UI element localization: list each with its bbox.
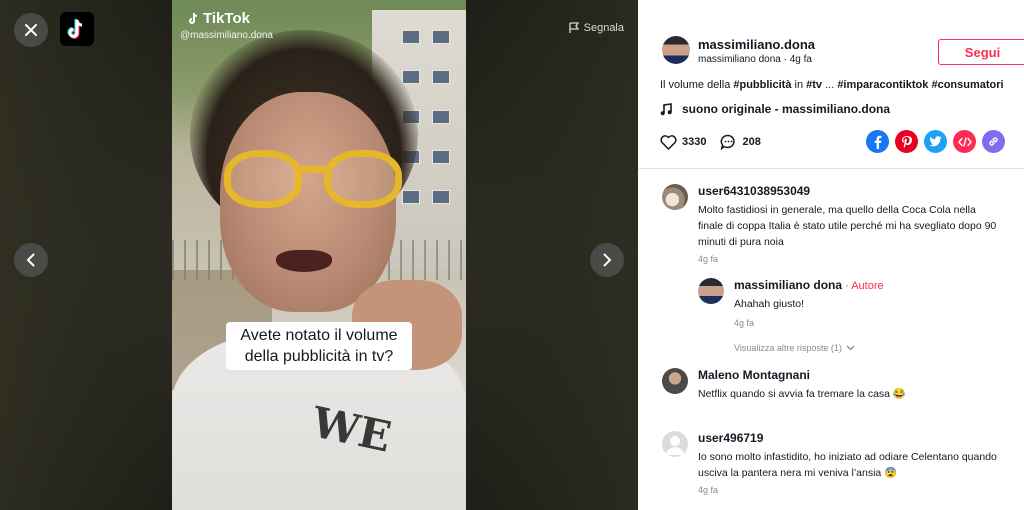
section-divider bbox=[638, 168, 1024, 169]
details-panel: massimiliano.dona massimiliano dona · 4g… bbox=[638, 0, 1024, 510]
yellow-glasses bbox=[224, 150, 404, 210]
reply-avatar[interactable] bbox=[698, 278, 724, 304]
watermark-brand: TikTok bbox=[203, 10, 250, 27]
author-header: massimiliano.dona massimiliano dona · 4g… bbox=[662, 36, 1024, 76]
comment-count: 208 bbox=[742, 136, 761, 148]
engagement-stats: 3330 208 bbox=[660, 134, 761, 150]
hashtag-imparacontiktok[interactable]: #imparacontiktok bbox=[837, 79, 928, 91]
comment-item: user6431038953049 Molto fastidiosi in ge… bbox=[662, 184, 1002, 264]
tiktok-note-icon bbox=[189, 12, 198, 24]
reply-text: Ahahah giusto! bbox=[734, 298, 805, 310]
comment-reply: massimiliano dona · Autore Ahahah giusto… bbox=[698, 278, 988, 334]
author-username[interactable]: massimiliano.dona bbox=[698, 37, 815, 52]
embed-icon[interactable] bbox=[953, 130, 976, 153]
flag-icon bbox=[568, 22, 579, 33]
reply-time: 4g fa bbox=[734, 318, 755, 328]
chevron-left-icon bbox=[26, 253, 35, 267]
video-player[interactable]: Segnala WE TikTok @massimiliano.dona Ave… bbox=[0, 0, 638, 510]
music-title: suono originale - massimiliano.dona bbox=[682, 102, 891, 116]
comment-avatar[interactable] bbox=[662, 368, 688, 394]
comment-text: Io sono molto infastidito, ho iniziato a… bbox=[698, 451, 997, 479]
video-description: Il volume della #pubblicità in #tv ... #… bbox=[660, 79, 1004, 91]
default-avatar-icon[interactable] bbox=[662, 431, 688, 457]
comment-username[interactable]: Maleno Montagnani bbox=[698, 368, 810, 382]
comment-avatar[interactable] bbox=[662, 184, 688, 210]
follow-button[interactable]: Segui bbox=[938, 39, 1024, 65]
next-video-button[interactable] bbox=[590, 243, 624, 277]
music-note-icon bbox=[660, 102, 672, 115]
hashtag-pubblicita[interactable]: #pubblicità bbox=[733, 79, 791, 91]
previous-video-button[interactable] bbox=[14, 243, 48, 277]
report-label: Segnala bbox=[583, 22, 624, 34]
watermark-username: @massimiliano.dona bbox=[180, 30, 273, 41]
comment-time: 4g fa bbox=[698, 485, 719, 495]
chevron-down-icon bbox=[846, 345, 855, 351]
comment-text: Molto fastidiosi in generale, ma quello … bbox=[698, 204, 997, 248]
music-link[interactable]: suono originale - massimiliano.dona bbox=[660, 102, 890, 116]
author-avatar[interactable] bbox=[662, 36, 690, 64]
video-frame: WE TikTok @massimiliano.dona Avete notat… bbox=[172, 0, 466, 510]
comment-username[interactable]: user496719 bbox=[698, 431, 763, 445]
facebook-icon[interactable] bbox=[866, 130, 889, 153]
twitter-icon[interactable] bbox=[924, 130, 947, 153]
comment-time: 4g fa bbox=[698, 254, 719, 264]
like-button[interactable]: 3330 bbox=[660, 134, 707, 150]
author-tag: · Autore bbox=[842, 280, 884, 292]
like-count: 3330 bbox=[682, 136, 707, 148]
author-meta: massimiliano dona · 4g fa bbox=[698, 54, 812, 65]
pinterest-icon[interactable] bbox=[895, 130, 918, 153]
heart-icon bbox=[660, 134, 677, 150]
hashtag-tv[interactable]: #tv bbox=[806, 79, 822, 91]
tiktok-logo-icon[interactable] bbox=[60, 12, 94, 46]
tiktok-watermark: TikTok @massimiliano.dona bbox=[180, 10, 273, 41]
close-icon bbox=[25, 24, 37, 36]
share-buttons bbox=[866, 130, 1005, 153]
comment-text: Netflix quando si avvia fa tremare la ca… bbox=[698, 388, 907, 400]
link-icon[interactable] bbox=[982, 130, 1005, 153]
close-button[interactable] bbox=[14, 13, 48, 47]
comment-bubble-icon bbox=[721, 134, 736, 150]
person-mouth bbox=[276, 250, 332, 272]
comment-item: Maleno Montagnani Netflix quando si avvi… bbox=[662, 368, 1002, 408]
hashtag-consumatori[interactable]: #consumatori bbox=[931, 79, 1003, 91]
comment-username[interactable]: user6431038953049 bbox=[698, 184, 810, 198]
report-button[interactable]: Segnala bbox=[568, 22, 624, 34]
comment-button[interactable]: 208 bbox=[720, 134, 761, 150]
chevron-right-icon bbox=[603, 253, 612, 267]
video-caption: Avete notato il volume della pubblicità … bbox=[226, 322, 412, 370]
comment-item: user496719 Io sono molto infastidito, ho… bbox=[662, 431, 1002, 507]
reply-username[interactable]: massimiliano dona · Autore bbox=[734, 278, 884, 292]
view-more-replies-button[interactable]: Visualizza altre risposte (1) bbox=[734, 343, 855, 353]
